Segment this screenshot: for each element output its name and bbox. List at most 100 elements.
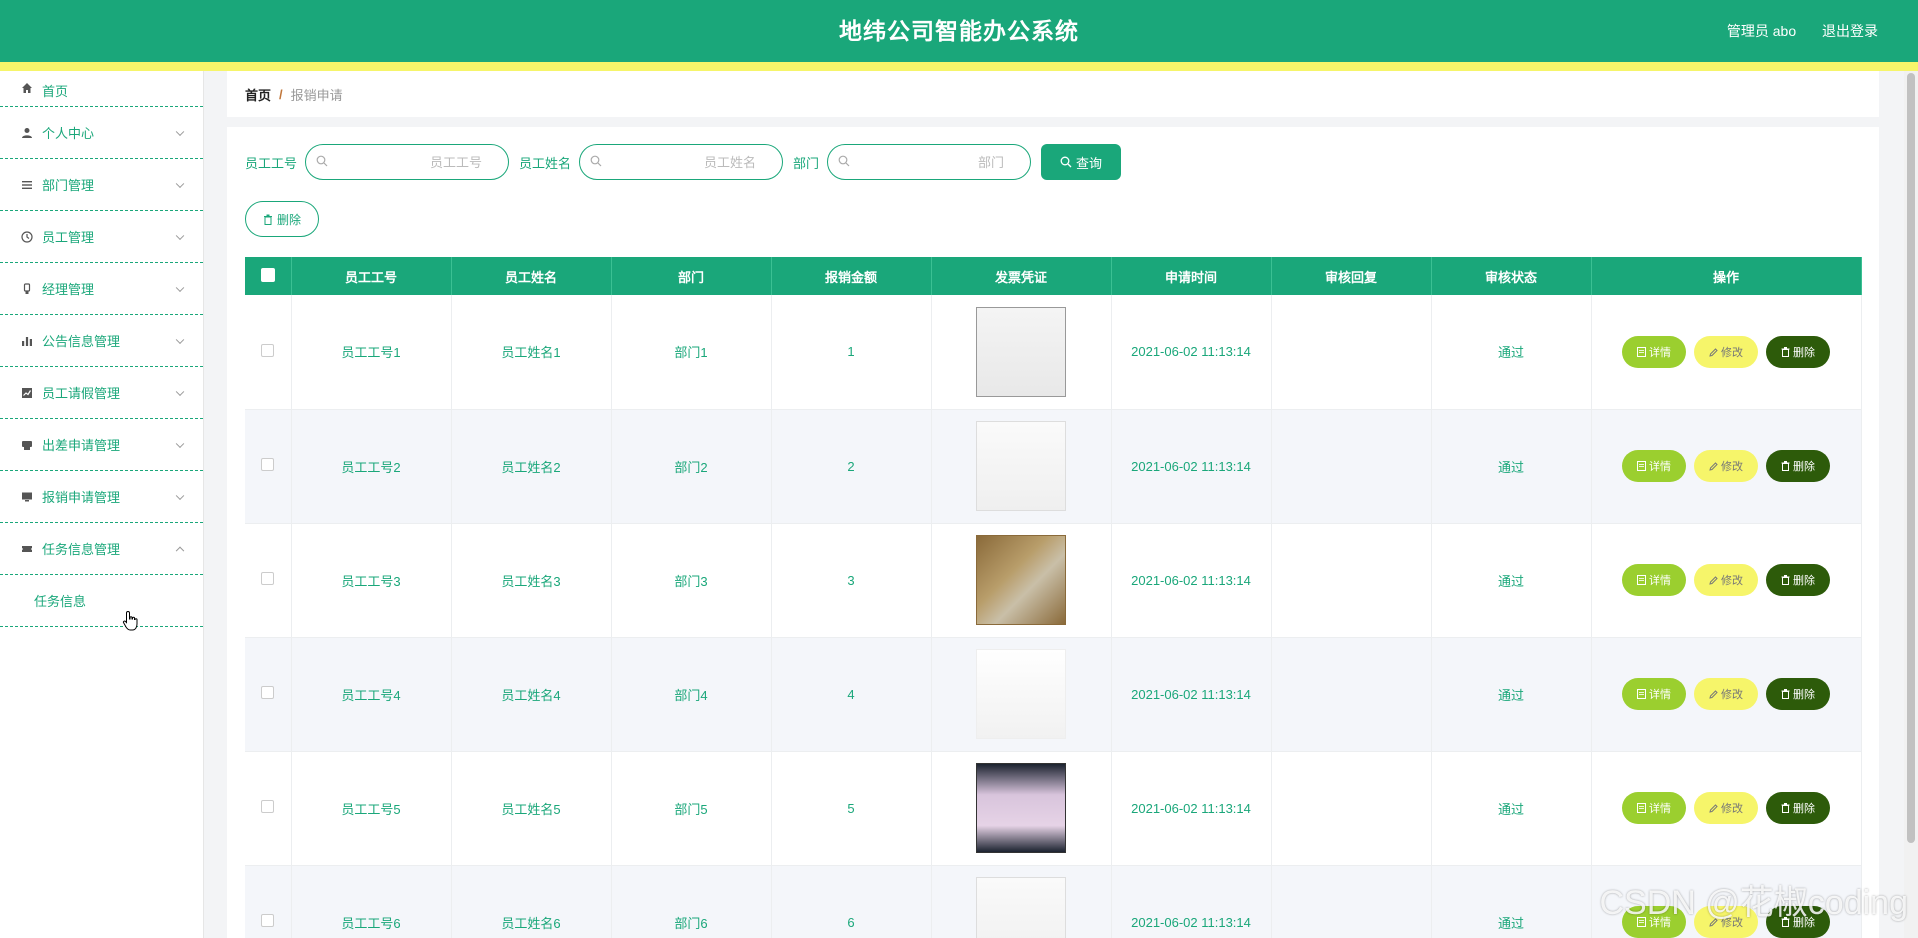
emp-no-input[interactable] [336, 153, 483, 171]
reply-cell [1271, 295, 1432, 410]
detail-button[interactable]: 详情 [1622, 564, 1686, 596]
edit-button[interactable]: 修改 [1694, 450, 1758, 482]
sidebar-item-announcement[interactable]: 公告信息管理 [0, 315, 203, 367]
vertical-scrollbar[interactable] [1904, 71, 1918, 938]
edit-button[interactable]: 修改 [1694, 792, 1758, 824]
edit-button[interactable]: 修改 [1694, 678, 1758, 710]
row-checkbox[interactable] [261, 343, 275, 357]
row-select-cell [245, 865, 292, 938]
sidebar-item-home[interactable]: 首页 [0, 71, 203, 107]
search-icon [316, 155, 328, 170]
document-icon [1637, 689, 1646, 699]
sidebar-item-business-trip[interactable]: 出差申请管理 [0, 419, 203, 471]
sidebar-item-task[interactable]: 任务信息管理 [0, 523, 203, 575]
delete-label: 删除 [1793, 575, 1815, 587]
invoice-image[interactable] [976, 421, 1066, 511]
table-row[interactable]: 员工工号2 员工姓名2 部门2 2 2021-06-02 11:13:14 通过… [245, 409, 1862, 524]
column-header: 报销金额 [771, 257, 932, 295]
top-bar: 地纬公司智能办公系统 管理员 abo 退出登录 [0, 0, 1918, 62]
amount-cell: 1 [771, 295, 932, 410]
badge-icon [20, 282, 34, 296]
dept-cell: 部门1 [611, 295, 772, 410]
invoice-image[interactable] [976, 306, 1066, 397]
row-checkbox[interactable] [261, 800, 275, 813]
invoice-cell [931, 409, 1112, 524]
pencil-icon [1709, 690, 1718, 699]
sidebar-item-employee[interactable]: 员工管理 [0, 211, 203, 263]
invoice-image[interactable] [976, 877, 1066, 938]
row-checkbox[interactable] [261, 458, 275, 471]
table-row[interactable]: 员工工号5 员工姓名5 部门5 5 2021-06-02 11:13:14 通过… [245, 751, 1862, 866]
edit-label: 修改 [1721, 346, 1743, 359]
sidebar-item-label: 首页 [42, 84, 69, 99]
sidebar-item-manager[interactable]: 经理管理 [0, 263, 203, 315]
sidebar-item-label: 公告信息管理 [42, 334, 121, 349]
detail-button[interactable]: 详情 [1622, 335, 1686, 368]
table-row[interactable]: 员工工号1 员工姓名1 部门1 1 2021-06-02 11:13:14 通过… [245, 295, 1862, 410]
pencil-icon [1709, 462, 1718, 471]
dept-cell: 部门2 [611, 409, 772, 524]
sidebar-item-reimbursement[interactable]: 报销申请管理 [0, 471, 203, 523]
detail-button[interactable]: 详情 [1622, 792, 1686, 824]
bar-chart-icon [20, 334, 34, 348]
reimbursement-table: 员工工号 员工姓名 部门 报销金额 发票凭证 申请时间 审核回复 审核状态 操作… [245, 257, 1862, 938]
table-row[interactable]: 员工工号4 员工姓名4 部门4 4 2021-06-02 11:13:14 通过… [245, 637, 1862, 752]
edit-label: 修改 [1721, 803, 1743, 815]
sidebar-item-personal-center[interactable]: 个人中心 [0, 107, 203, 159]
delete-button[interactable]: 删除 [1766, 450, 1830, 482]
sidebar-subitem-task-info[interactable]: 任务信息 [0, 575, 203, 627]
row-checkbox[interactable] [261, 572, 275, 585]
batch-delete-button[interactable]: 删除 [245, 201, 319, 237]
dept-cell: 部门4 [611, 637, 772, 752]
invoice-cell [931, 295, 1112, 410]
table-row[interactable]: 员工工号3 员工姓名3 部门3 3 2021-06-02 11:13:14 通过… [245, 523, 1862, 638]
time-cell: 2021-06-02 11:13:14 [1111, 865, 1272, 938]
sidebar-item-department[interactable]: 部门管理 [0, 159, 203, 211]
row-checkbox[interactable] [261, 914, 275, 927]
scrollbar-thumb[interactable] [1907, 73, 1915, 843]
detail-button[interactable]: 详情 [1622, 450, 1686, 482]
amount-cell: 5 [771, 751, 932, 866]
detail-button[interactable]: 详情 [1622, 678, 1686, 710]
emp-name-cell: 员工姓名2 [451, 409, 612, 524]
edit-label: 修改 [1721, 575, 1743, 587]
sidebar-item-leave[interactable]: 员工请假管理 [0, 367, 203, 419]
document-icon [1637, 461, 1646, 471]
delete-button[interactable]: 删除 [1766, 792, 1830, 824]
row-select-cell [245, 409, 292, 524]
delete-button[interactable]: 删除 [1766, 335, 1830, 368]
delete-button[interactable]: 删除 [1766, 678, 1830, 710]
dept-cell: 部门5 [611, 751, 772, 866]
emp-no-field [305, 144, 510, 180]
emp-name-label: 员工姓名 [519, 155, 572, 171]
chevron-down-icon [175, 491, 185, 500]
edit-button[interactable]: 修改 [1694, 564, 1758, 596]
logout-link[interactable]: 退出登录 [1822, 23, 1878, 39]
invoice-image[interactable] [976, 535, 1066, 625]
home-icon [20, 81, 34, 95]
hand-cursor-icon [122, 610, 140, 637]
select-all-cell [245, 257, 292, 295]
detail-label: 详情 [1649, 461, 1671, 473]
time-cell: 2021-06-02 11:13:14 [1111, 637, 1272, 752]
edit-button[interactable]: 修改 [1694, 335, 1758, 368]
invoice-image[interactable] [976, 649, 1066, 739]
row-select-cell [245, 751, 292, 866]
query-button[interactable]: 查询 [1041, 144, 1122, 180]
invoice-image[interactable] [976, 763, 1066, 853]
delete-button[interactable]: 删除 [1766, 564, 1830, 596]
row-checkbox[interactable] [261, 686, 275, 699]
breadcrumb-home[interactable]: 首页 [245, 85, 271, 104]
dept-input[interactable] [858, 153, 1005, 171]
chevron-down-icon [175, 335, 185, 344]
invoice-cell [931, 523, 1112, 638]
row-select-cell [245, 295, 292, 410]
dept-field [827, 144, 1032, 180]
sidebar-item-label: 经理管理 [42, 282, 95, 297]
document-icon [1637, 803, 1646, 813]
emp-name-input[interactable] [610, 153, 757, 171]
select-all-checkbox[interactable] [260, 267, 275, 282]
trash-icon [1781, 803, 1790, 813]
trash-icon [1781, 575, 1790, 585]
emp-no-label: 员工工号 [245, 155, 298, 171]
